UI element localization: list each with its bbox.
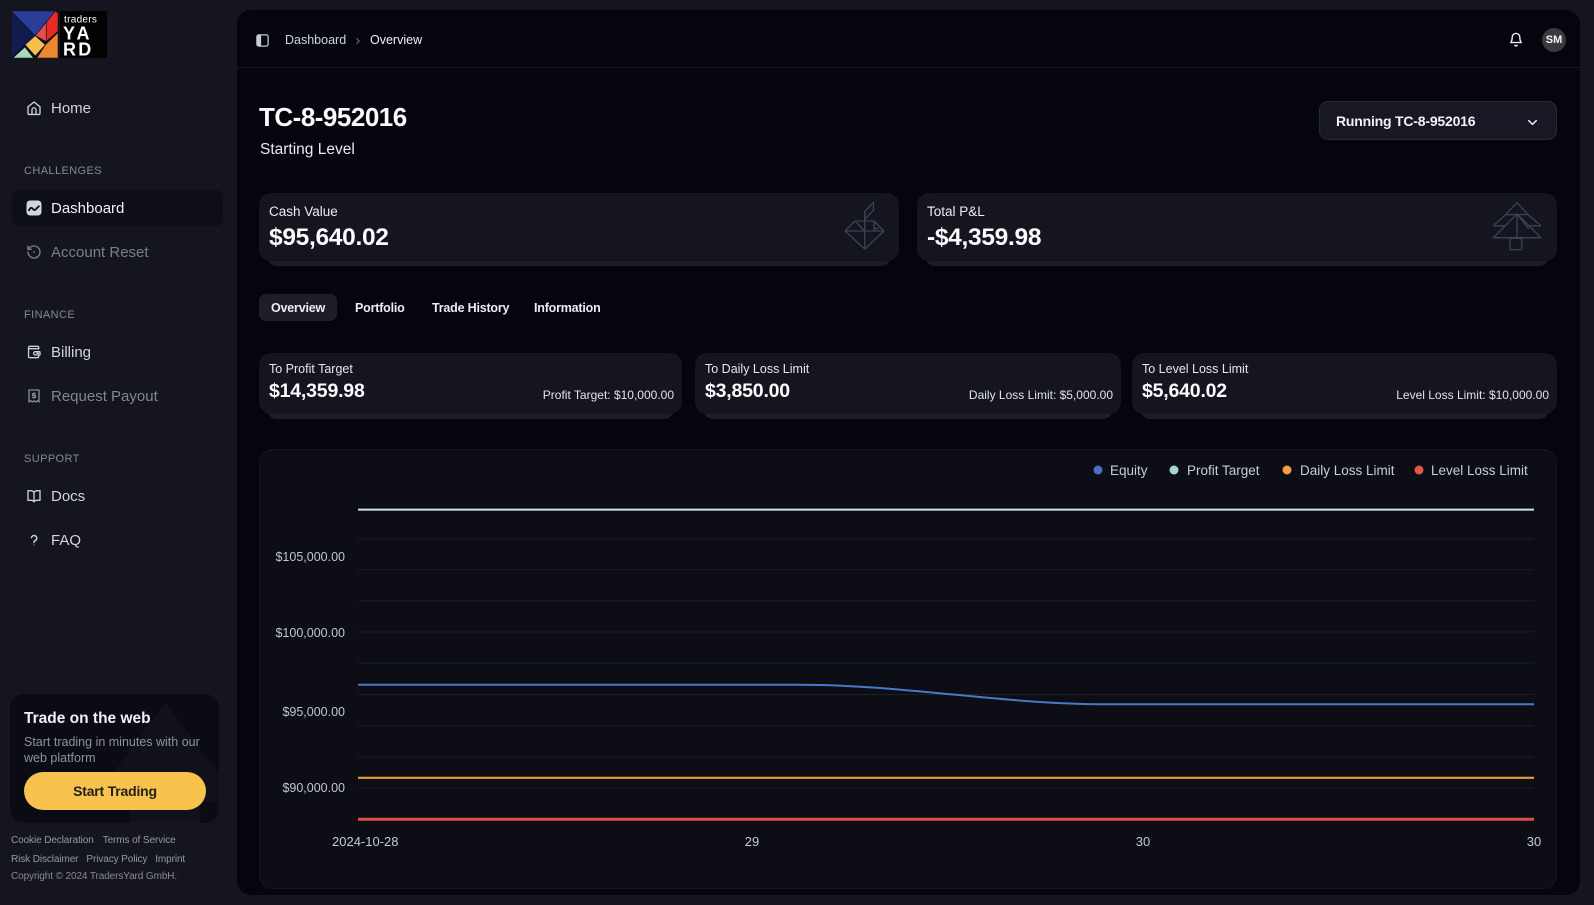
- svg-text:$105,000.00: $105,000.00: [275, 550, 345, 564]
- svg-text:$95,000.00: $95,000.00: [282, 705, 345, 719]
- svg-text:Daily Loss Limit: Daily Loss Limit: [1300, 463, 1395, 478]
- svg-text:Profit Target: Profit Target: [1187, 463, 1260, 478]
- svg-text:RD: RD: [63, 40, 93, 59]
- svg-text:30: 30: [1527, 834, 1541, 849]
- svg-text:$100,000.00: $100,000.00: [275, 626, 345, 640]
- svg-text:30: 30: [1136, 834, 1150, 849]
- svg-text:2024-10-28: 2024-10-28: [332, 834, 399, 849]
- svg-text:$90,000.00: $90,000.00: [282, 781, 345, 795]
- svg-text:Level Loss Limit: Level Loss Limit: [1431, 463, 1528, 478]
- svg-text:Equity: Equity: [1110, 463, 1148, 478]
- svg-text:29: 29: [745, 834, 759, 849]
